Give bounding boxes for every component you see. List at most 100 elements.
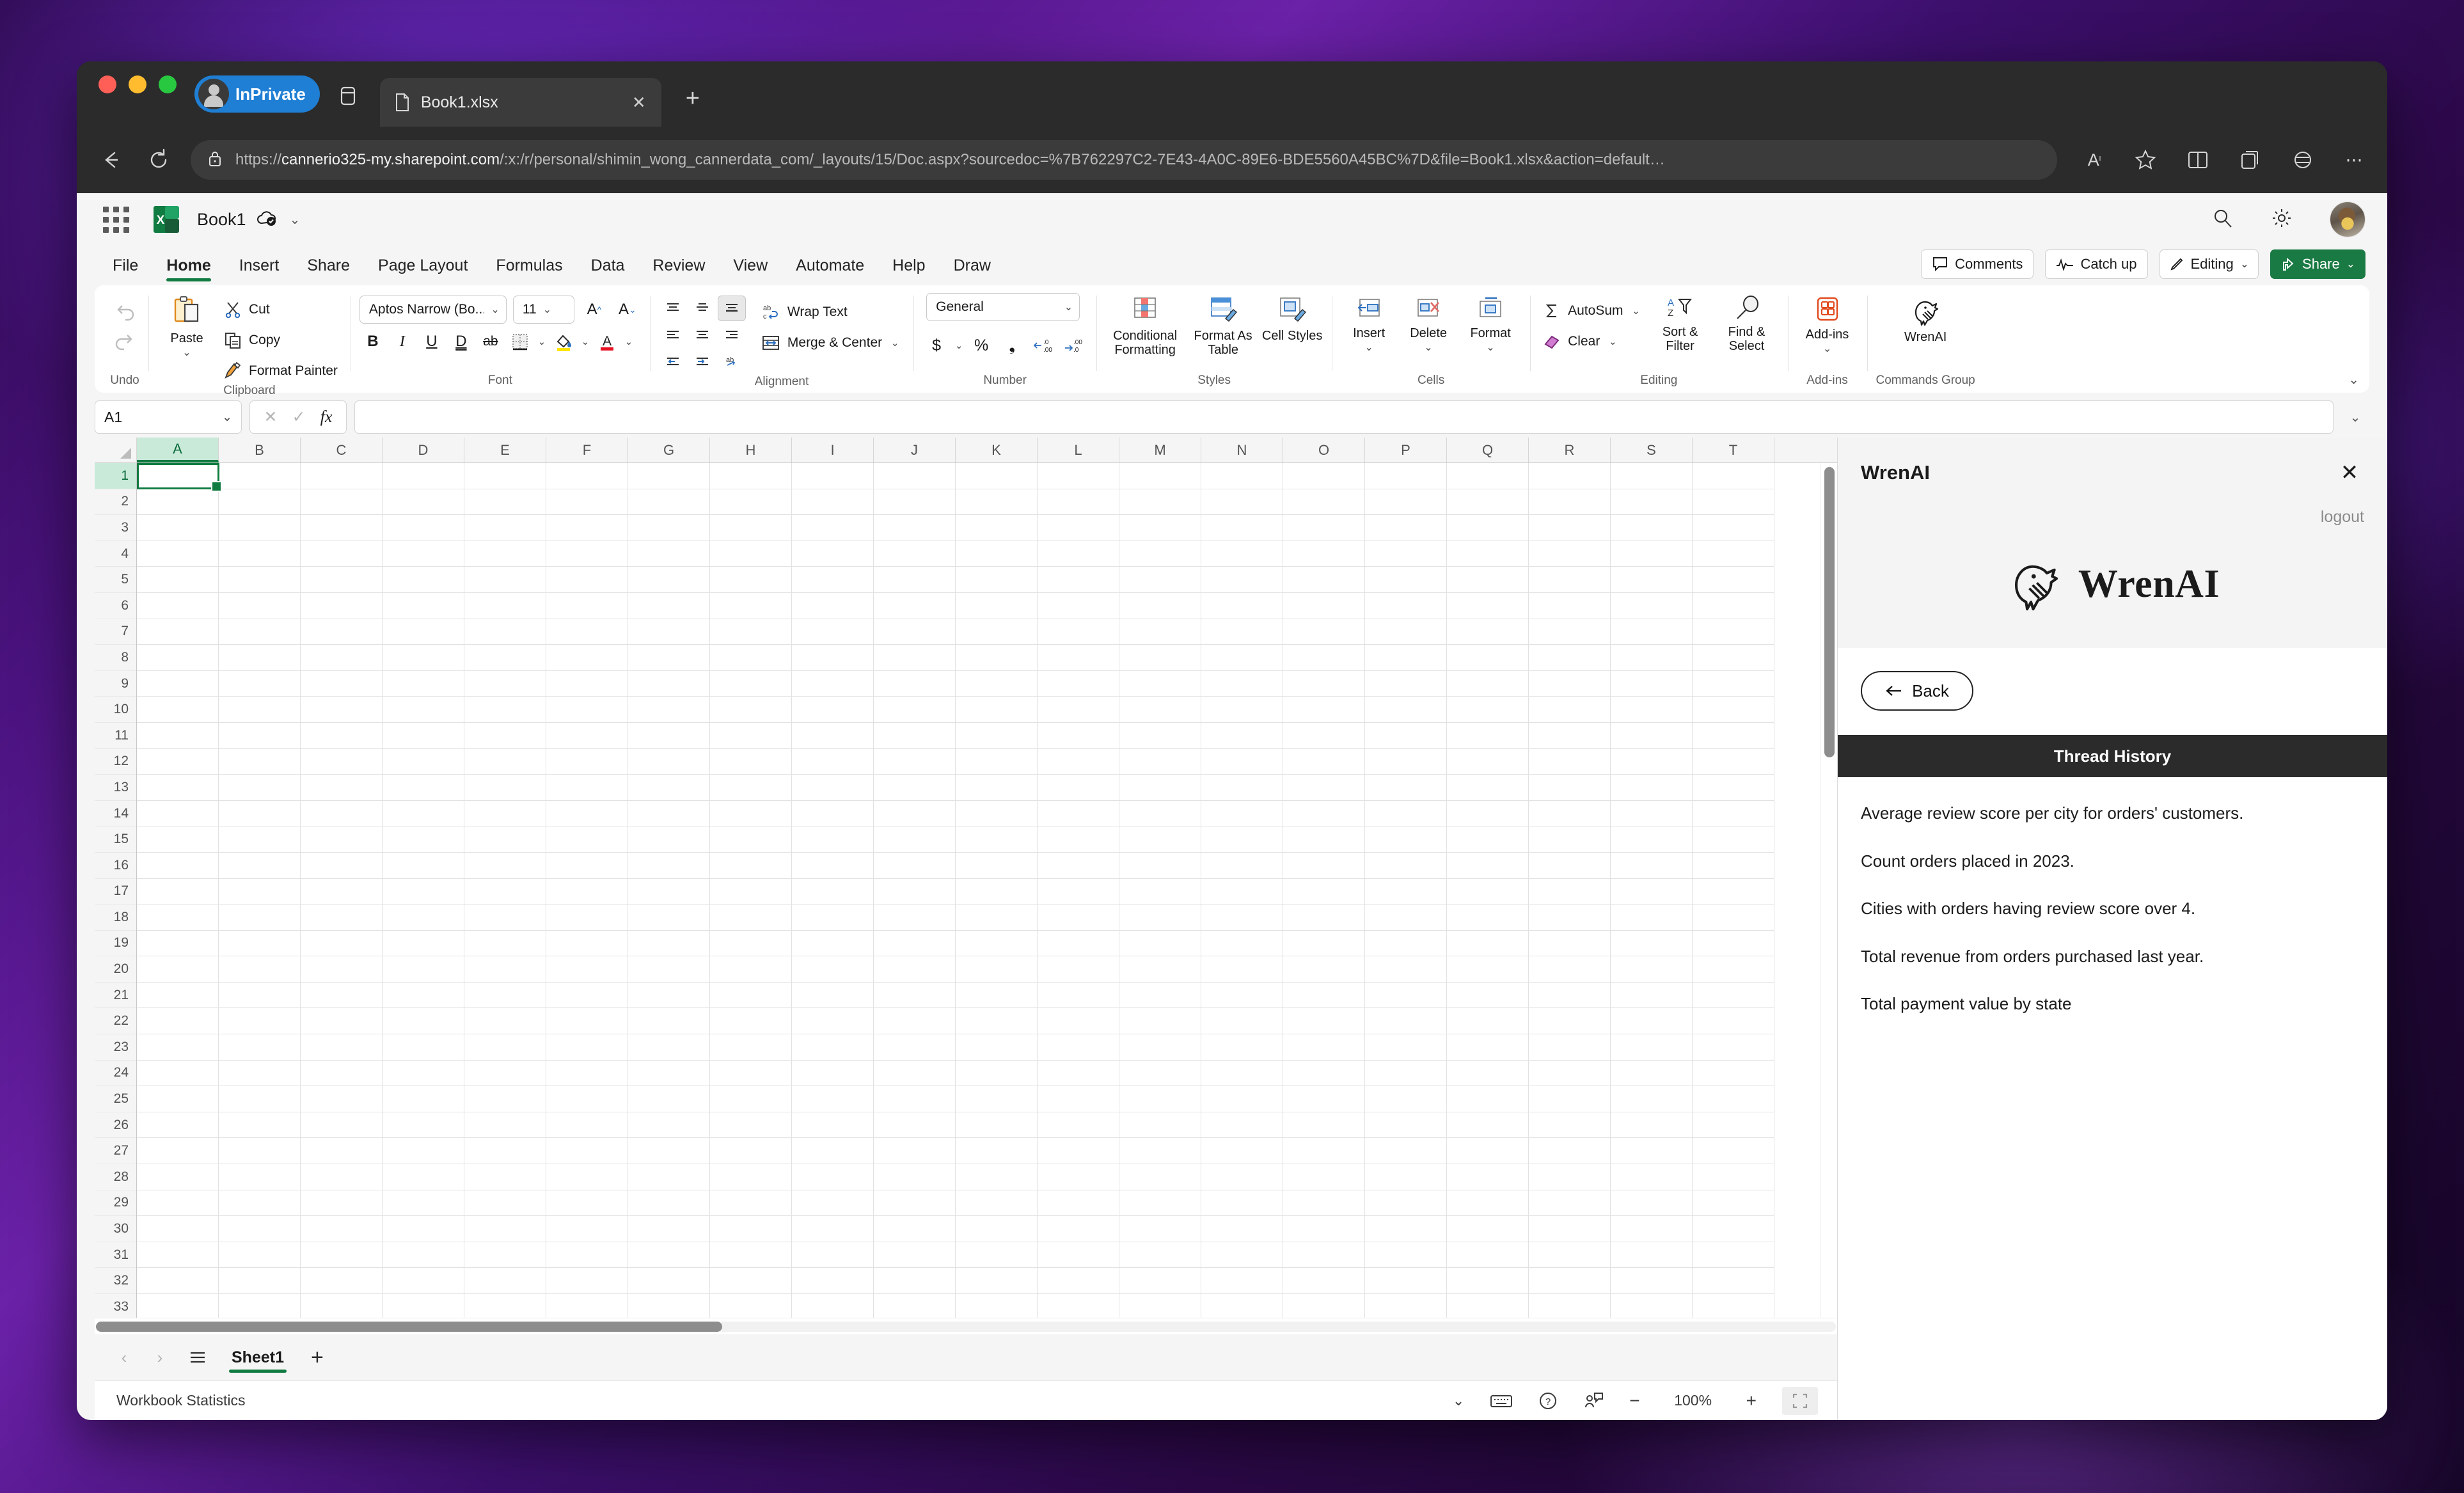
find-select-button[interactable]: Find & Select xyxy=(1715,293,1779,354)
cell-R20[interactable] xyxy=(1529,956,1611,983)
row-header-13[interactable]: 13 xyxy=(95,775,136,801)
cell-O6[interactable] xyxy=(1283,592,1365,619)
cell-B32[interactable] xyxy=(219,1268,301,1294)
column-header-I[interactable]: I xyxy=(792,438,874,462)
cell-L7[interactable] xyxy=(1038,619,1119,645)
cell-S4[interactable] xyxy=(1611,541,1693,567)
cell-L22[interactable] xyxy=(1038,1008,1119,1035)
cell-P31[interactable] xyxy=(1365,1242,1447,1268)
cell-F4[interactable] xyxy=(546,541,628,567)
insert-cells-button[interactable]: Insert ⌄ xyxy=(1341,293,1397,353)
cell-F24[interactable] xyxy=(546,1060,628,1087)
list-item[interactable]: Average review score per city for orders… xyxy=(1861,794,2364,842)
cell-A23[interactable] xyxy=(137,1034,219,1061)
collections-icon[interactable] xyxy=(2235,145,2266,175)
cell-P32[interactable] xyxy=(1365,1268,1447,1294)
cell-I27[interactable] xyxy=(792,1138,874,1165)
row-header-21[interactable]: 21 xyxy=(95,983,136,1009)
percent-format-button[interactable]: % xyxy=(967,333,995,358)
cell-B6[interactable] xyxy=(219,592,301,619)
cell-H33[interactable] xyxy=(710,1294,792,1318)
cell-R30[interactable] xyxy=(1529,1216,1611,1242)
cell-B13[interactable] xyxy=(219,775,301,801)
cell-S8[interactable] xyxy=(1611,645,1693,671)
cell-L17[interactable] xyxy=(1038,878,1119,905)
cell-H8[interactable] xyxy=(710,645,792,671)
cell-M1[interactable] xyxy=(1119,463,1201,489)
cell-B4[interactable] xyxy=(219,541,301,567)
row-header-29[interactable]: 29 xyxy=(95,1190,136,1217)
cell-E11[interactable] xyxy=(464,722,546,749)
cell-R27[interactable] xyxy=(1529,1138,1611,1165)
column-header-S[interactable]: S xyxy=(1611,438,1693,462)
cell-C11[interactable] xyxy=(301,722,383,749)
cell-I15[interactable] xyxy=(792,826,874,853)
cell-I22[interactable] xyxy=(792,1008,874,1035)
cell-R18[interactable] xyxy=(1529,904,1611,931)
cut-button[interactable]: Cut xyxy=(220,297,342,322)
cell-G17[interactable] xyxy=(628,878,710,905)
cell-J22[interactable] xyxy=(874,1008,956,1035)
cell-P30[interactable] xyxy=(1365,1216,1447,1242)
cell-M30[interactable] xyxy=(1119,1216,1201,1242)
cell-A18[interactable] xyxy=(137,904,219,931)
cell-F33[interactable] xyxy=(546,1294,628,1318)
cell-J9[interactable] xyxy=(874,670,956,697)
ribbon-tab-page-layout[interactable]: Page Layout xyxy=(364,257,482,281)
chevron-down-icon[interactable]: ⌄ xyxy=(536,336,548,347)
cell-N12[interactable] xyxy=(1201,748,1283,775)
cell-M32[interactable] xyxy=(1119,1268,1201,1294)
column-header-G[interactable]: G xyxy=(628,438,710,462)
cell-G29[interactable] xyxy=(628,1190,710,1217)
cell-D9[interactable] xyxy=(383,670,464,697)
cell-L21[interactable] xyxy=(1038,982,1119,1009)
name-box[interactable]: A1 ⌄ xyxy=(95,400,242,434)
cell-T31[interactable] xyxy=(1693,1242,1774,1268)
font-size-select[interactable]: 11 ⌄ xyxy=(512,296,574,324)
cell-E33[interactable] xyxy=(464,1294,546,1318)
cell-C8[interactable] xyxy=(301,645,383,671)
cell-F16[interactable] xyxy=(546,852,628,879)
cell-N10[interactable] xyxy=(1201,697,1283,723)
font-color-button[interactable]: A xyxy=(594,329,620,354)
number-format-select[interactable]: General ⌄ xyxy=(926,293,1080,321)
cell-H2[interactable] xyxy=(710,489,792,516)
cell-R31[interactable] xyxy=(1529,1242,1611,1268)
close-icon[interactable]: ✕ xyxy=(2335,460,2364,486)
cell-L2[interactable] xyxy=(1038,489,1119,516)
cell-H6[interactable] xyxy=(710,592,792,619)
page-title[interactable]: Book1 xyxy=(197,210,246,230)
cell-K21[interactable] xyxy=(956,982,1038,1009)
horizontal-scrollbar-thumb[interactable] xyxy=(96,1321,723,1332)
sheet-tab-sheet1[interactable]: Sheet1 xyxy=(217,1334,298,1380)
cell-A27[interactable] xyxy=(137,1138,219,1165)
cell-F21[interactable] xyxy=(546,982,628,1009)
cell-C23[interactable] xyxy=(301,1034,383,1061)
cell-N16[interactable] xyxy=(1201,852,1283,879)
cell-O5[interactable] xyxy=(1283,567,1365,593)
cell-P12[interactable] xyxy=(1365,748,1447,775)
cell-R6[interactable] xyxy=(1529,592,1611,619)
cell-E15[interactable] xyxy=(464,826,546,853)
cell-O19[interactable] xyxy=(1283,930,1365,957)
cell-C17[interactable] xyxy=(301,878,383,905)
cell-K2[interactable] xyxy=(956,489,1038,516)
row-header-15[interactable]: 15 xyxy=(95,826,136,853)
cell-N31[interactable] xyxy=(1201,1242,1283,1268)
row-header-11[interactable]: 11 xyxy=(95,723,136,749)
cell-H27[interactable] xyxy=(710,1138,792,1165)
cell-G9[interactable] xyxy=(628,670,710,697)
ribbon-tab-automate[interactable]: Automate xyxy=(782,257,878,281)
cell-I30[interactable] xyxy=(792,1216,874,1242)
cell-K6[interactable] xyxy=(956,592,1038,619)
cell-F5[interactable] xyxy=(546,567,628,593)
cell-E28[interactable] xyxy=(464,1164,546,1190)
chevron-down-icon[interactable]: ⌄ xyxy=(1364,343,1373,353)
decrease-indent-button[interactable] xyxy=(659,349,687,375)
cell-S2[interactable] xyxy=(1611,489,1693,516)
cell-J14[interactable] xyxy=(874,800,956,827)
cell-H10[interactable] xyxy=(710,697,792,723)
cell-H7[interactable] xyxy=(710,619,792,645)
column-header-C[interactable]: C xyxy=(301,438,383,462)
cell-N23[interactable] xyxy=(1201,1034,1283,1061)
